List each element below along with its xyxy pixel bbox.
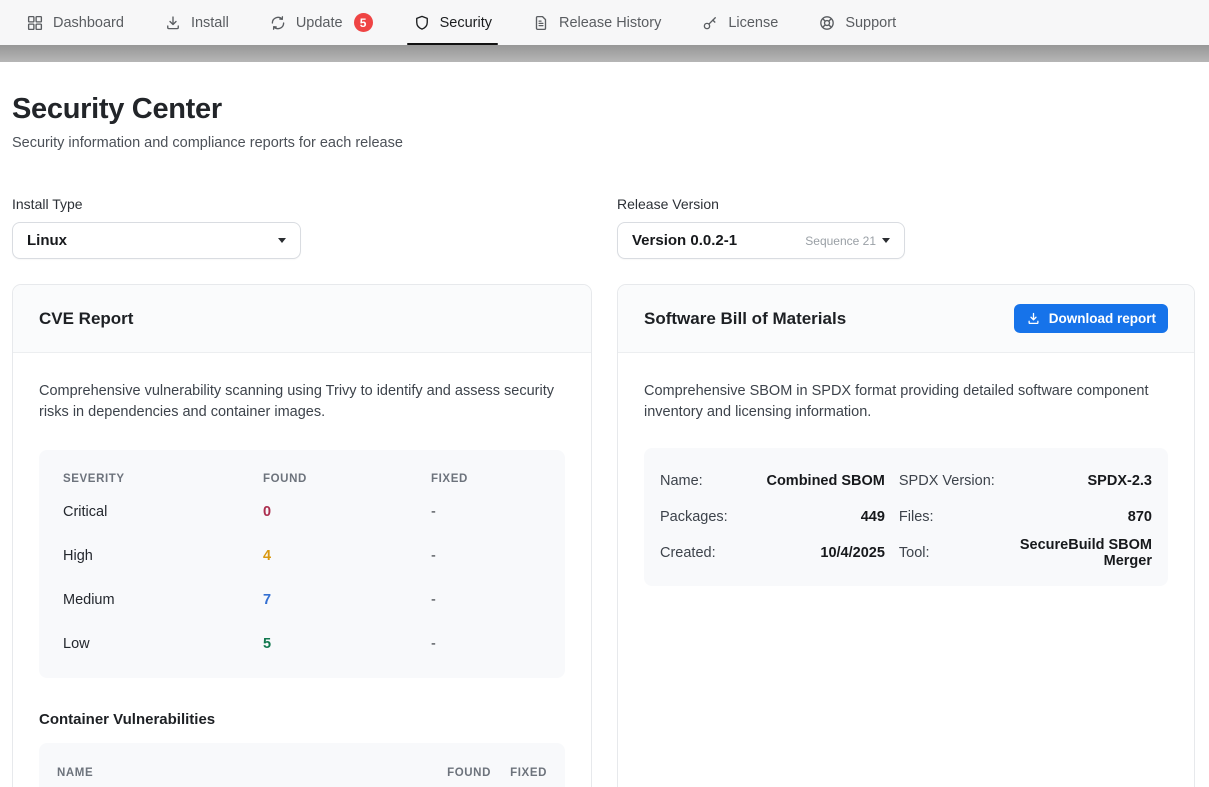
sbom-card: Software Bill of Materials Download repo… (617, 284, 1195, 787)
sbom-detail-value: SPDX-2.3 (1009, 463, 1152, 499)
install-type-select[interactable]: Linux (12, 222, 301, 259)
nav-item-security[interactable]: Security (393, 0, 512, 45)
chevron-down-icon (882, 238, 890, 243)
table-row-low: Low 5 - (63, 622, 541, 666)
download-icon (1026, 311, 1041, 326)
sbom-detail-value: SecureBuild SBOM Merger (1009, 535, 1152, 571)
top-navigation: Dashboard Install Update 5 Security (0, 0, 1209, 45)
report-cards: CVE Report Comprehensive vulnerability s… (12, 284, 1195, 787)
refresh-icon (269, 14, 287, 32)
sbom-card-header: Software Bill of Materials Download repo… (618, 285, 1194, 353)
window-divider-band (0, 45, 1209, 62)
nav-label: Update (296, 15, 343, 31)
fixed-count: - (431, 592, 541, 608)
fixed-count: - (431, 504, 541, 520)
table-row-medium: Medium 7 - (63, 578, 541, 622)
sbom-detail-label: Name: (660, 463, 728, 499)
col-fixed: FIXED (431, 473, 541, 485)
page-content: Security Center Security information and… (0, 93, 1209, 787)
cve-card-header: CVE Report (13, 285, 591, 353)
found-count: 7 (263, 592, 431, 608)
page-subtitle: Security information and compliance repo… (12, 135, 1195, 151)
nav-label: Install (191, 15, 229, 31)
install-type-field: Install Type Linux (12, 196, 592, 259)
col-name: NAME (57, 767, 415, 779)
nav-label: License (728, 15, 778, 31)
install-type-label: Install Type (12, 196, 592, 212)
cve-report-card: CVE Report Comprehensive vulnerability s… (12, 284, 592, 787)
severity-name: Low (63, 636, 263, 652)
release-version-field: Release Version Version 0.0.2-1 Sequence… (617, 196, 1195, 259)
nav-label: Dashboard (53, 15, 124, 31)
release-version-label: Release Version (617, 196, 1195, 212)
release-version-value: Version 0.0.2-1 (632, 232, 737, 249)
sbom-details-grid: Name: Combined SBOM SPDX Version: SPDX-2… (644, 448, 1168, 586)
download-icon (164, 14, 182, 32)
sequence-hint: Sequence 21 (805, 234, 876, 248)
cve-card-title: CVE Report (39, 309, 133, 329)
cve-card-body: Comprehensive vulnerability scanning usi… (13, 353, 591, 787)
severity-table: SEVERITY FOUND FIXED Critical 0 - High 4… (39, 450, 565, 678)
container-vulnerabilities-section: Container Vulnerabilities NAME FOUND FIX… (39, 711, 565, 787)
container-vulnerabilities-title: Container Vulnerabilities (39, 711, 565, 728)
sbom-detail-value: 449 (742, 499, 885, 535)
sbom-card-title: Software Bill of Materials (644, 309, 846, 329)
col-found: FOUND (263, 473, 431, 485)
sbom-detail-value: 870 (1009, 499, 1152, 535)
col-fixed: FIXED (491, 767, 547, 779)
page-title: Security Center (12, 93, 1195, 126)
nav-item-release-history[interactable]: Release History (512, 0, 681, 45)
nav-item-install[interactable]: Install (144, 0, 249, 45)
nav-label: Release History (559, 15, 661, 31)
nav-item-update[interactable]: Update 5 (249, 0, 393, 45)
key-icon (701, 14, 719, 32)
install-type-value: Linux (27, 232, 67, 249)
shield-icon (413, 14, 431, 32)
nav-item-support[interactable]: Support (798, 0, 916, 45)
lifebuoy-icon (818, 14, 836, 32)
found-count: 5 (263, 636, 431, 652)
severity-table-header: SEVERITY FOUND FIXED (63, 468, 541, 490)
dashboard-grid-icon (26, 14, 44, 32)
table-row-high: High 4 - (63, 534, 541, 578)
sbom-detail-value: Combined SBOM (742, 463, 885, 499)
release-version-select[interactable]: Version 0.0.2-1 Sequence 21 (617, 222, 905, 259)
severity-name: High (63, 548, 263, 564)
severity-name: Medium (63, 592, 263, 608)
sbom-detail-label: Tool: (899, 535, 995, 571)
sbom-detail-label: Created: (660, 535, 728, 571)
nav-label: Support (845, 15, 896, 31)
filters-row: Install Type Linux Release Version Versi… (12, 196, 1195, 259)
sbom-card-body: Comprehensive SBOM in SPDX format provid… (618, 353, 1194, 614)
severity-name: Critical (63, 504, 263, 520)
document-icon (532, 14, 550, 32)
col-severity: SEVERITY (63, 473, 263, 485)
sbom-detail-label: SPDX Version: (899, 463, 995, 499)
fixed-count: - (431, 548, 541, 564)
sbom-detail-value: 10/4/2025 (742, 535, 885, 571)
sbom-detail-label: Files: (899, 499, 995, 535)
col-found: FOUND (415, 767, 491, 779)
nav-label: Security (440, 15, 492, 31)
found-count: 0 (263, 504, 431, 520)
sbom-detail-label: Packages: (660, 499, 728, 535)
table-row-critical: Critical 0 - (63, 490, 541, 534)
update-count-badge: 5 (354, 13, 373, 32)
chevron-down-icon (278, 238, 286, 243)
nav-item-license[interactable]: License (681, 0, 798, 45)
download-report-button[interactable]: Download report (1014, 304, 1168, 333)
nav-item-dashboard[interactable]: Dashboard (6, 0, 144, 45)
fixed-count: - (431, 636, 541, 652)
container-table-header: NAME FOUND FIXED (39, 743, 565, 787)
cve-description: Comprehensive vulnerability scanning usi… (39, 381, 565, 423)
found-count: 4 (263, 548, 431, 564)
download-report-label: Download report (1049, 311, 1156, 326)
sbom-description: Comprehensive SBOM in SPDX format provid… (644, 381, 1168, 423)
